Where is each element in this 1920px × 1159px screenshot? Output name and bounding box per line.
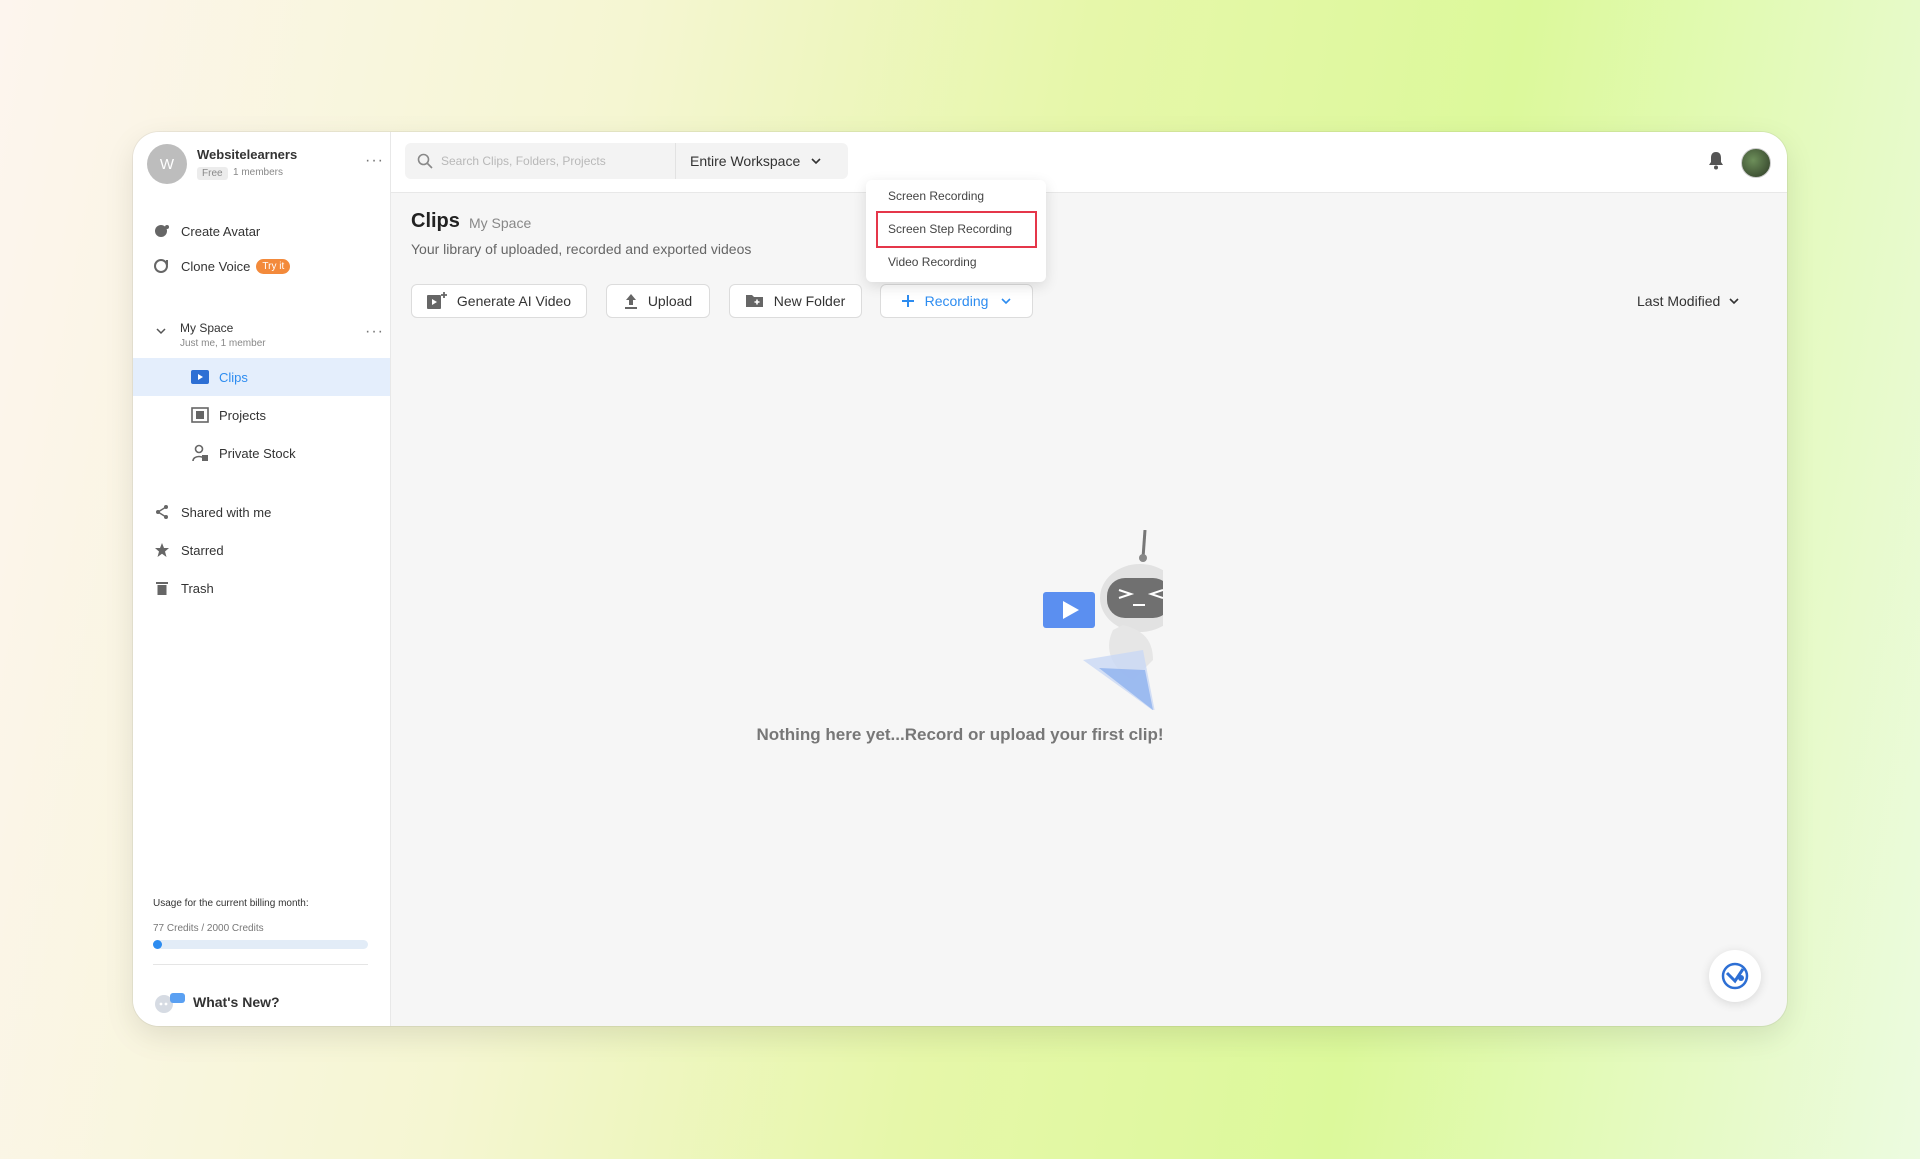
sidebar-item-shared[interactable]: Shared with me xyxy=(153,500,271,524)
menu-item-screen-recording[interactable]: Screen Recording xyxy=(888,189,984,203)
menu-item-screen-step-recording[interactable]: Screen Step Recording xyxy=(888,222,1012,236)
film-icon xyxy=(191,406,209,424)
scope-select[interactable]: Entire Workspace xyxy=(675,143,848,179)
sidebar-item-label: Projects xyxy=(219,407,266,423)
credits-progress-fill xyxy=(153,940,162,949)
chat-bubbles-icon xyxy=(155,993,185,1013)
assistant-fab-button[interactable] xyxy=(1709,950,1761,1002)
workspace-header[interactable]: W Websitelearners Free 1 members xyxy=(147,142,377,186)
new-folder-label: New Folder xyxy=(773,293,846,309)
play-icon xyxy=(191,368,209,386)
sidebar-item-clips-selected xyxy=(133,358,390,396)
workspace-more-icon[interactable]: ··· xyxy=(365,153,384,169)
usage-label: Usage for the current billing month: xyxy=(153,898,309,909)
sort-label: Last Modified xyxy=(1637,293,1721,309)
sidebar-item-label: Create Avatar xyxy=(181,223,261,239)
page-description: Your library of uploaded, recorded and e… xyxy=(411,241,752,257)
search-input[interactable] xyxy=(439,153,673,169)
search-box xyxy=(405,143,675,179)
my-space-subtitle: Just me, 1 member xyxy=(180,338,266,349)
page-title: Clips xyxy=(411,210,460,232)
sidebar-item-label: Clips xyxy=(219,369,248,385)
app-window: W Websitelearners Free 1 members ··· Cre… xyxy=(133,132,1787,1026)
workspace-name: Websitelearners xyxy=(197,147,298,162)
sidebar-item-private-stock[interactable]: Private Stock xyxy=(191,441,296,465)
generate-ai-video-label: Generate AI Video xyxy=(456,293,572,309)
try-it-badge: Try it xyxy=(256,258,291,274)
sort-select[interactable]: Last Modified xyxy=(1637,293,1740,309)
assistant-icon xyxy=(1721,962,1749,990)
sidebar-item-clips[interactable]: Clips xyxy=(191,365,248,389)
trash-icon xyxy=(153,579,171,597)
sidebar-item-create-avatar[interactable]: Create Avatar xyxy=(153,219,260,243)
my-space-group[interactable]: My Space Just me, 1 member xyxy=(155,319,380,353)
credits-text: 77 Credits / 2000 Credits xyxy=(153,923,264,934)
folder-add-icon xyxy=(745,294,764,308)
sidebar-item-projects[interactable]: Projects xyxy=(191,403,266,427)
video-add-icon xyxy=(426,292,447,310)
sidebar-item-starred[interactable]: Starred xyxy=(153,538,224,562)
generate-ai-video-button[interactable]: Generate AI Video xyxy=(411,284,587,318)
workspace-members: 1 members xyxy=(233,167,284,178)
search-icon xyxy=(417,153,433,169)
avatar-face-icon xyxy=(153,222,171,240)
user-avatar[interactable] xyxy=(1741,148,1771,178)
chevron-down-icon xyxy=(1001,298,1011,305)
workspace-avatar: W xyxy=(147,144,187,184)
sidebar-item-label: Shared with me xyxy=(181,504,272,520)
my-space-more-icon[interactable]: ··· xyxy=(365,324,384,340)
page-subtitle: My Space xyxy=(469,215,532,231)
voice-icon xyxy=(153,257,171,275)
empty-state-message: Nothing here yet...Record or upload your… xyxy=(756,725,1164,744)
recording-label: Recording xyxy=(924,293,989,309)
whats-new-button[interactable]: What's New? xyxy=(153,990,280,1014)
credits-progress-bar xyxy=(153,940,368,949)
upload-label: Upload xyxy=(647,293,693,309)
menu-item-video-recording[interactable]: Video Recording xyxy=(888,255,977,269)
sidebar-item-label: Clone Voice xyxy=(181,258,251,274)
chevron-down-icon xyxy=(811,158,821,165)
sidebar: W Websitelearners Free 1 members ··· Cre… xyxy=(133,132,391,1026)
plan-badge: Free xyxy=(197,167,228,180)
chevron-down-icon xyxy=(1729,298,1739,305)
upload-icon xyxy=(624,293,638,309)
robot-illustration xyxy=(1043,530,1163,710)
sidebar-item-label: Starred xyxy=(181,542,224,558)
topbar: Entire Workspace xyxy=(391,132,1787,193)
scope-label: Entire Workspace xyxy=(690,153,801,169)
star-icon xyxy=(153,541,171,559)
my-space-title: My Space xyxy=(180,321,234,335)
recording-dropdown-menu: Screen Recording Screen Step Recording V… xyxy=(866,180,1046,282)
plus-icon xyxy=(901,294,915,308)
sidebar-item-label: Trash xyxy=(181,580,214,596)
new-folder-button[interactable]: New Folder xyxy=(729,284,862,318)
person-lock-icon xyxy=(191,444,209,462)
chevron-down-icon xyxy=(156,328,166,335)
share-icon xyxy=(153,503,171,521)
sidebar-item-label: Private Stock xyxy=(219,445,296,461)
sidebar-item-clone-voice[interactable]: Clone Voice Try it xyxy=(153,254,291,278)
recording-button[interactable]: Recording xyxy=(880,284,1033,318)
sidebar-item-trash[interactable]: Trash xyxy=(153,576,214,600)
whats-new-label: What's New? xyxy=(193,994,280,1010)
bell-icon[interactable] xyxy=(1707,150,1725,170)
sidebar-divider xyxy=(153,964,368,965)
upload-button[interactable]: Upload xyxy=(606,284,710,318)
